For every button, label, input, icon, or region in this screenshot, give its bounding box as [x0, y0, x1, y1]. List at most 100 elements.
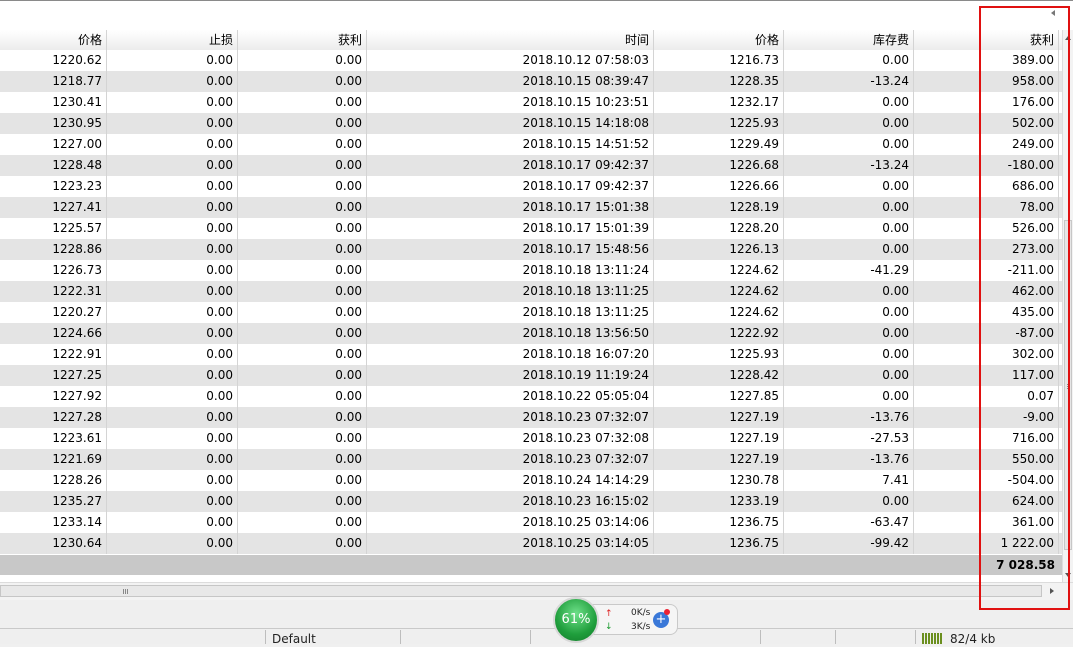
horizontal-scrollbar[interactable] — [0, 582, 1073, 600]
table-row[interactable]: 1228.26 0.00 0.00 2018.10.24 14:14:29 1230.7… — [0, 470, 1062, 491]
table-row[interactable]: 1227.92 0.00 0.00 2018.10.22 05:05:04 1227.8… — [0, 386, 1062, 407]
network-speed-widget[interactable]: 61% ↑ ↓ 0K/s 3K/s + — [553, 597, 679, 643]
table-row[interactable]: 1233.14 0.00 0.00 2018.10.25 03:14:06 1236.7… — [0, 512, 1062, 533]
table-row[interactable]: 1227.25 0.00 0.00 2018.10.19 11:19:24 1228.4… — [0, 365, 1062, 386]
table-row[interactable]: 1228.86 0.00 0.00 2018.10.17 15:48:56 1226.1… — [0, 239, 1062, 260]
cell-time: 2018.10.17 09:42:37 — [367, 155, 654, 176]
cell-profit: -9.00 — [914, 407, 1059, 428]
cell-swap: 0.00 — [784, 113, 914, 134]
table-row[interactable]: 1222.91 0.00 0.00 2018.10.18 16:07:20 1225.9… — [0, 344, 1062, 365]
cell-time: 2018.10.17 15:48:56 — [367, 239, 654, 260]
horizontal-scroll-thumb[interactable] — [0, 585, 1042, 597]
cell-profit: 1 222.00 — [914, 533, 1059, 554]
cell-price_open: 1228.48 — [0, 155, 107, 176]
column-header-swap[interactable]: 库存费 — [784, 30, 914, 50]
scroll-up-arrow-icon[interactable] — [1065, 36, 1071, 40]
cell-tp: 0.00 — [238, 113, 367, 134]
cell-price_open: 1233.14 — [0, 512, 107, 533]
grip-icon — [1067, 384, 1070, 385]
cell-swap: 0.00 — [784, 281, 914, 302]
table-row[interactable]: 1226.73 0.00 0.00 2018.10.18 13:11:24 1224.6… — [0, 260, 1062, 281]
table-row[interactable]: 1221.69 0.00 0.00 2018.10.23 07:32:07 1227.1… — [0, 449, 1062, 470]
column-header-profit[interactable]: 获利 — [914, 30, 1059, 50]
total-profit-value: 7 028.58 — [996, 558, 1055, 572]
cell-price_open: 1227.00 — [0, 134, 107, 155]
table-row[interactable]: 1223.61 0.00 0.00 2018.10.23 07:32:08 1227.1… — [0, 428, 1062, 449]
cell-price_close: 1228.35 — [654, 71, 784, 92]
vertical-scroll-thumb[interactable] — [1064, 220, 1072, 550]
cell-price_close: 1236.75 — [654, 533, 784, 554]
cell-profit: 550.00 — [914, 449, 1059, 470]
cell-price_close: 1228.42 — [654, 365, 784, 386]
cell-sl: 0.00 — [107, 281, 238, 302]
cell-time: 2018.10.19 11:19:24 — [367, 365, 654, 386]
cell-time: 2018.10.24 14:14:29 — [367, 470, 654, 491]
total-row: 7 028.58 — [0, 555, 1062, 575]
cell-price_open: 1227.28 — [0, 407, 107, 428]
column-header-price_open[interactable]: 价格 — [0, 30, 107, 50]
cell-swap: 0.00 — [784, 197, 914, 218]
cell-time: 2018.10.23 16:15:02 — [367, 491, 654, 512]
cell-tp: 0.00 — [238, 71, 367, 92]
column-header-sl[interactable]: 止损 — [107, 30, 238, 50]
scroll-left-icon[interactable] — [1051, 10, 1055, 16]
table-row[interactable]: 1230.95 0.00 0.00 2018.10.15 14:18:08 1225.9… — [0, 113, 1062, 134]
cell-swap: 0.00 — [784, 323, 914, 344]
table-row[interactable]: 1223.23 0.00 0.00 2018.10.17 09:42:37 1226.6… — [0, 176, 1062, 197]
cell-profit: 302.00 — [914, 344, 1059, 365]
cell-tp: 0.00 — [238, 470, 367, 491]
cell-price_open: 1220.27 — [0, 302, 107, 323]
table-row[interactable]: 1228.48 0.00 0.00 2018.10.17 09:42:37 1226.6… — [0, 155, 1062, 176]
cell-profit: 526.00 — [914, 218, 1059, 239]
table-row[interactable]: 1227.41 0.00 0.00 2018.10.17 15:01:38 1228.1… — [0, 197, 1062, 218]
table-row[interactable]: 1227.00 0.00 0.00 2018.10.15 14:51:52 1229.4… — [0, 134, 1062, 155]
cpu-usage-gauge[interactable]: 61% — [553, 597, 599, 643]
cell-time: 2018.10.18 13:56:50 — [367, 323, 654, 344]
cell-sl: 0.00 — [107, 155, 238, 176]
cell-sl: 0.00 — [107, 512, 238, 533]
cell-tp: 0.00 — [238, 323, 367, 344]
notification-dot-icon — [664, 609, 670, 615]
cell-price_close: 1236.75 — [654, 512, 784, 533]
scroll-down-arrow-icon[interactable] — [1065, 573, 1071, 577]
cell-profit: 0.07 — [914, 386, 1059, 407]
cell-price_open: 1235.27 — [0, 491, 107, 512]
cell-price_close: 1227.19 — [654, 407, 784, 428]
cell-tp: 0.00 — [238, 491, 367, 512]
table-row[interactable]: 1224.66 0.00 0.00 2018.10.18 13:56:50 1222.9… — [0, 323, 1062, 344]
cell-price_close: 1216.73 — [654, 50, 784, 71]
cell-time: 2018.10.15 14:18:08 — [367, 113, 654, 134]
cell-swap: 0.00 — [784, 239, 914, 260]
table-row[interactable]: 1220.27 0.00 0.00 2018.10.18 13:11:25 1224.6… — [0, 302, 1062, 323]
table-row[interactable]: 1230.64 0.00 0.00 2018.10.25 03:14:05 1236.7… — [0, 533, 1062, 554]
table-row[interactable]: 1220.62 0.00 0.00 2018.10.12 07:58:03 1216.7… — [0, 50, 1062, 71]
table-row[interactable]: 1218.77 0.00 0.00 2018.10.15 08:39:47 1228.3… — [0, 71, 1062, 92]
column-header-time[interactable]: 时间 — [367, 30, 654, 50]
scroll-right-arrow-icon[interactable] — [1050, 588, 1054, 594]
grip-icon — [1067, 386, 1070, 387]
cell-swap: 0.00 — [784, 176, 914, 197]
cell-price_open: 1222.91 — [0, 344, 107, 365]
cell-sl: 0.00 — [107, 239, 238, 260]
vertical-scrollbar[interactable] — [1062, 30, 1073, 582]
column-header-price_close[interactable]: 价格 — [654, 30, 784, 50]
status-separator — [400, 630, 401, 644]
table-row[interactable]: 1222.31 0.00 0.00 2018.10.18 13:11:25 1224.6… — [0, 281, 1062, 302]
table-row[interactable]: 1235.27 0.00 0.00 2018.10.23 16:15:02 1233.1… — [0, 491, 1062, 512]
grip-icon — [127, 589, 128, 594]
table-row[interactable]: 1230.41 0.00 0.00 2018.10.15 10:23:51 1232.1… — [0, 92, 1062, 113]
cell-profit: 624.00 — [914, 491, 1059, 512]
table-row[interactable]: 1225.57 0.00 0.00 2018.10.17 15:01:39 1228.2… — [0, 218, 1062, 239]
table-row[interactable]: 1227.28 0.00 0.00 2018.10.23 07:32:07 1227.1… — [0, 407, 1062, 428]
cell-sl: 0.00 — [107, 134, 238, 155]
cell-tp: 0.00 — [238, 533, 367, 554]
cell-price_open: 1226.73 — [0, 260, 107, 281]
cell-price_close: 1225.93 — [654, 113, 784, 134]
cell-profit: 502.00 — [914, 113, 1059, 134]
column-header-tp[interactable]: 获利 — [238, 30, 367, 50]
cell-profit: -180.00 — [914, 155, 1059, 176]
cell-tp: 0.00 — [238, 386, 367, 407]
cell-time: 2018.10.23 07:32:07 — [367, 407, 654, 428]
cell-sl: 0.00 — [107, 302, 238, 323]
cell-tp: 0.00 — [238, 197, 367, 218]
